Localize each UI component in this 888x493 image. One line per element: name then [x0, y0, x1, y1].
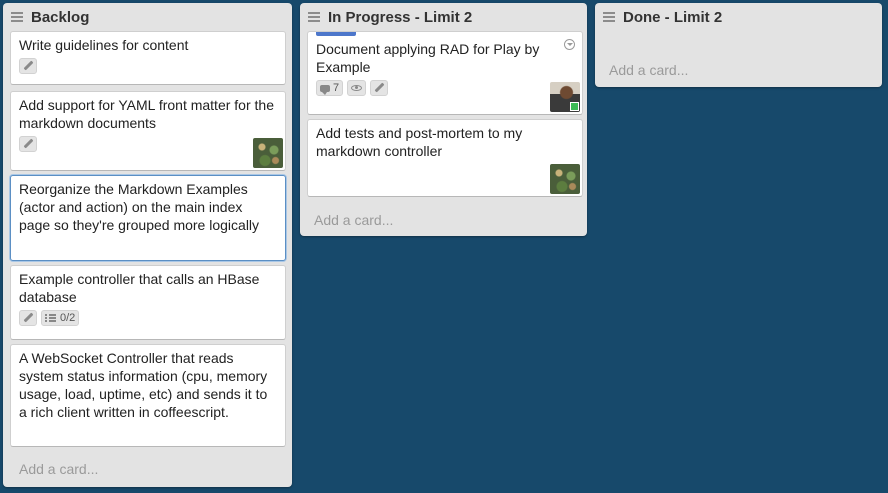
- online-status-dot: [570, 102, 579, 111]
- list-header[interactable]: In Progress - Limit 2: [300, 3, 587, 31]
- edit-badge[interactable]: [19, 136, 37, 152]
- list-menu-icon[interactable]: [11, 12, 23, 22]
- checklist-icon: [45, 313, 56, 323]
- member-avatar[interactable]: [550, 164, 580, 194]
- edit-badge[interactable]: [370, 80, 389, 96]
- list-backlog: Backlog Write guidelines for content Add…: [3, 3, 292, 487]
- list-in-progress: In Progress - Limit 2 Document applying …: [300, 3, 587, 236]
- checklist-badge: 0/2: [41, 310, 80, 326]
- card-menu-icon[interactable]: [564, 39, 575, 50]
- card-label: [316, 32, 356, 36]
- eye-icon: [351, 85, 363, 91]
- card-title: Write guidelines for content: [19, 37, 189, 53]
- list-done: Done - Limit 2 Add a card...: [595, 3, 882, 87]
- list-header[interactable]: Backlog: [3, 3, 292, 31]
- add-card-link[interactable]: Add a card...: [19, 461, 98, 477]
- pencil-icon: [23, 139, 33, 149]
- card[interactable]: Reorganize the Markdown Examples (actor …: [10, 175, 286, 261]
- card-title: Document applying RAD for Play by Exampl…: [316, 41, 540, 75]
- card-title: Add support for YAML front matter for th…: [19, 97, 274, 131]
- card-title: A WebSocket Controller that reads system…: [19, 350, 268, 420]
- card[interactable]: Write guidelines for content: [10, 31, 286, 85]
- card[interactable]: Add tests and post-mortem to my markdown…: [307, 119, 583, 197]
- card-title: Example controller that calls an HBase d…: [19, 271, 260, 305]
- list-title[interactable]: Backlog: [31, 9, 89, 26]
- card-title: Reorganize the Markdown Examples (actor …: [19, 181, 260, 233]
- list-title[interactable]: Done - Limit 2: [623, 9, 722, 26]
- pencil-icon: [23, 313, 33, 323]
- card-title: Add tests and post-mortem to my markdown…: [316, 125, 523, 159]
- comments-badge: 7: [316, 80, 344, 96]
- watch-badge: [347, 80, 367, 96]
- member-avatar[interactable]: [253, 138, 283, 168]
- add-card-link[interactable]: Add a card...: [314, 212, 393, 228]
- card[interactable]: Document applying RAD for Play by Exampl…: [307, 31, 583, 115]
- pencil-icon: [374, 83, 384, 93]
- comment-count: 7: [333, 82, 340, 94]
- list-title[interactable]: In Progress - Limit 2: [328, 9, 472, 26]
- list-menu-icon[interactable]: [603, 12, 615, 22]
- pencil-icon: [23, 61, 33, 71]
- comment-icon: [320, 84, 330, 95]
- edit-badge[interactable]: [19, 310, 37, 326]
- member-avatar[interactable]: [550, 82, 580, 112]
- card[interactable]: Example controller that calls an HBase d…: [10, 265, 286, 340]
- add-card-link[interactable]: Add a card...: [609, 62, 688, 78]
- list-menu-icon[interactable]: [308, 12, 320, 22]
- checklist-count: 0/2: [60, 312, 76, 324]
- edit-badge[interactable]: [19, 58, 37, 74]
- card[interactable]: Add support for YAML front matter for th…: [10, 91, 286, 171]
- list-header[interactable]: Done - Limit 2: [595, 3, 882, 31]
- card[interactable]: A WebSocket Controller that reads system…: [10, 344, 286, 447]
